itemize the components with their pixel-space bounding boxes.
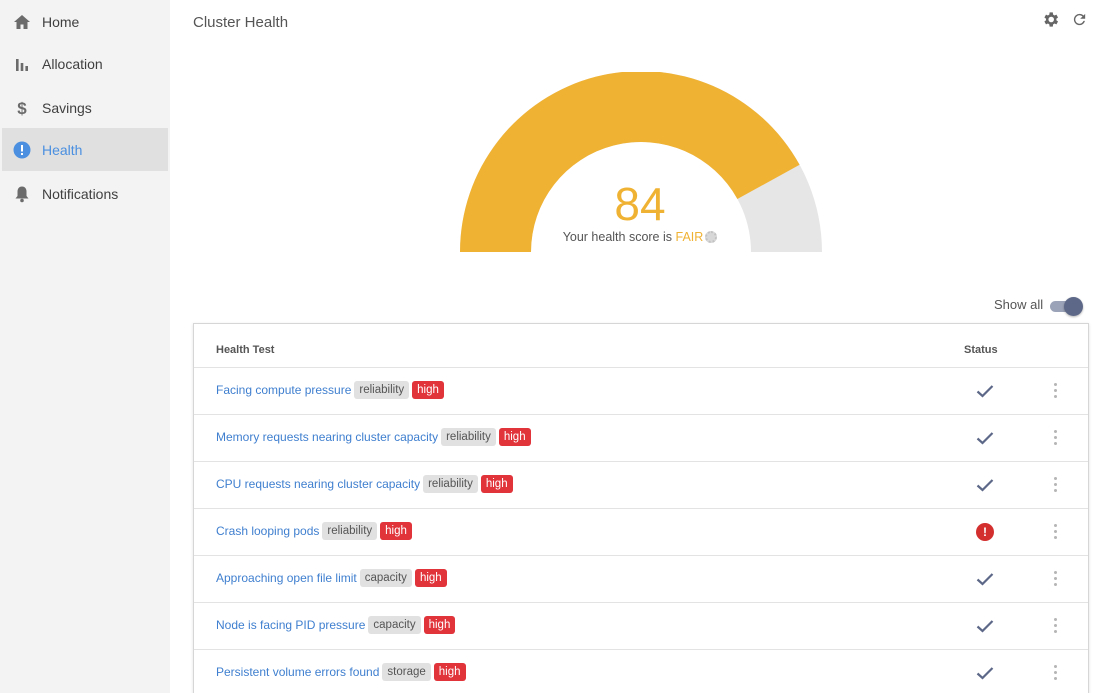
table-row: Crash looping pods reliability high! (194, 509, 1088, 556)
more-vert-icon[interactable] (1048, 662, 1062, 682)
table-row: CPU requests nearing cluster capacity rel… (194, 462, 1088, 509)
sidebar-item-label: Notifications (42, 185, 119, 202)
more-vert-icon[interactable] (1048, 568, 1062, 588)
health-test-cell: CPU requests nearing cluster capacity rel… (216, 475, 513, 493)
bell-icon (12, 184, 32, 204)
category-tag: capacity (359, 569, 412, 587)
score-caption-text: Your health score is (562, 230, 673, 244)
table-row: Memory requests nearing cluster capacity… (194, 415, 1088, 462)
category-tag: reliability (441, 428, 496, 446)
health-rating: FAIR (675, 230, 704, 244)
check-icon (974, 427, 996, 449)
health-test-link[interactable]: Approaching open file limit (216, 571, 357, 585)
severity-tag: high (480, 475, 513, 493)
health-test-link[interactable]: Facing compute pressure (216, 383, 351, 397)
table-row: Node is facing PID pressure capacity high (194, 603, 1088, 650)
severity-tag: high (423, 616, 456, 634)
health-test-link[interactable]: CPU requests nearing cluster capacity (216, 477, 420, 491)
error-icon: ! (974, 521, 996, 543)
sidebar-item-label: Health (42, 141, 83, 158)
category-tag: reliability (322, 522, 378, 540)
column-header-health-test: Health Test (216, 344, 275, 356)
sidebar: Home Allocation $ Savings Health Notific… (0, 0, 170, 693)
sidebar-item-home[interactable]: Home (2, 0, 168, 43)
health-test-cell: Node is facing PID pressure capacity high (216, 616, 456, 634)
check-icon (974, 474, 996, 496)
bar-chart-icon (12, 54, 32, 74)
more-vert-icon[interactable] (1048, 380, 1062, 400)
sidebar-item-label: Savings (42, 99, 92, 116)
table-row: Facing compute pressure reliability high (194, 368, 1088, 415)
more-vert-icon[interactable] (1048, 427, 1062, 447)
page-title: Cluster Health (193, 14, 289, 31)
alert-circle-icon (12, 140, 32, 160)
table-header: Health Test Status (194, 324, 1088, 368)
health-test-table: Health Test Status Facing compute pressu… (193, 323, 1089, 693)
more-vert-icon[interactable] (1048, 615, 1062, 635)
more-vert-icon[interactable] (1048, 521, 1062, 541)
table-row: Approaching open file limit capacity high (194, 556, 1088, 603)
sidebar-item-health[interactable]: Health (2, 128, 168, 171)
check-icon (974, 380, 996, 402)
toggle-thumb (1064, 297, 1083, 316)
severity-tag: high (412, 381, 444, 399)
dollar-icon: $ (12, 98, 32, 118)
info-icon[interactable] (705, 231, 718, 243)
health-test-cell: Persistent volume errors found storage hig… (216, 663, 466, 681)
svg-text:$: $ (17, 99, 27, 117)
check-icon (974, 662, 996, 684)
severity-tag: high (414, 569, 447, 587)
column-header-status: Status (964, 344, 998, 356)
health-test-cell: Facing compute pressure reliability high (216, 381, 444, 399)
check-icon (974, 568, 996, 590)
health-test-cell: Crash looping pods reliability high (216, 522, 412, 540)
category-tag: reliability (423, 475, 478, 493)
severity-tag: high (498, 428, 531, 446)
health-test-cell: Memory requests nearing cluster capacity… (216, 428, 531, 446)
health-test-link[interactable]: Memory requests nearing cluster capacity (216, 430, 438, 444)
table-row: Persistent volume errors found storage hig… (194, 650, 1088, 693)
sidebar-item-label: Home (42, 13, 80, 30)
severity-tag: high (433, 663, 466, 681)
category-tag: reliability (354, 381, 410, 399)
sidebar-item-allocation[interactable]: Allocation (2, 42, 168, 85)
error-badge: ! (976, 523, 994, 541)
refresh-icon[interactable] (1069, 9, 1089, 29)
sidebar-item-notifications[interactable]: Notifications (2, 172, 168, 215)
more-vert-icon[interactable] (1048, 474, 1062, 494)
category-tag: capacity (368, 616, 421, 634)
gear-icon[interactable] (1040, 9, 1060, 29)
show-all-label: Show all (994, 297, 1044, 312)
severity-tag: high (380, 522, 412, 540)
home-icon (12, 12, 32, 32)
sidebar-item-savings[interactable]: $ Savings (2, 86, 168, 129)
health-test-cell: Approaching open file limit capacity high (216, 569, 447, 587)
category-tag: storage (382, 663, 431, 681)
health-test-link[interactable]: Persistent volume errors found (216, 665, 379, 679)
health-score-value: 84 (614, 178, 666, 230)
show-all-toggle[interactable] (1048, 297, 1084, 316)
health-test-link[interactable]: Crash looping pods (216, 524, 319, 538)
check-icon (974, 615, 996, 637)
sidebar-item-label: Allocation (42, 55, 103, 72)
health-score-caption: Your health score is FAIR (540, 230, 740, 244)
health-test-link[interactable]: Node is facing PID pressure (216, 618, 365, 632)
